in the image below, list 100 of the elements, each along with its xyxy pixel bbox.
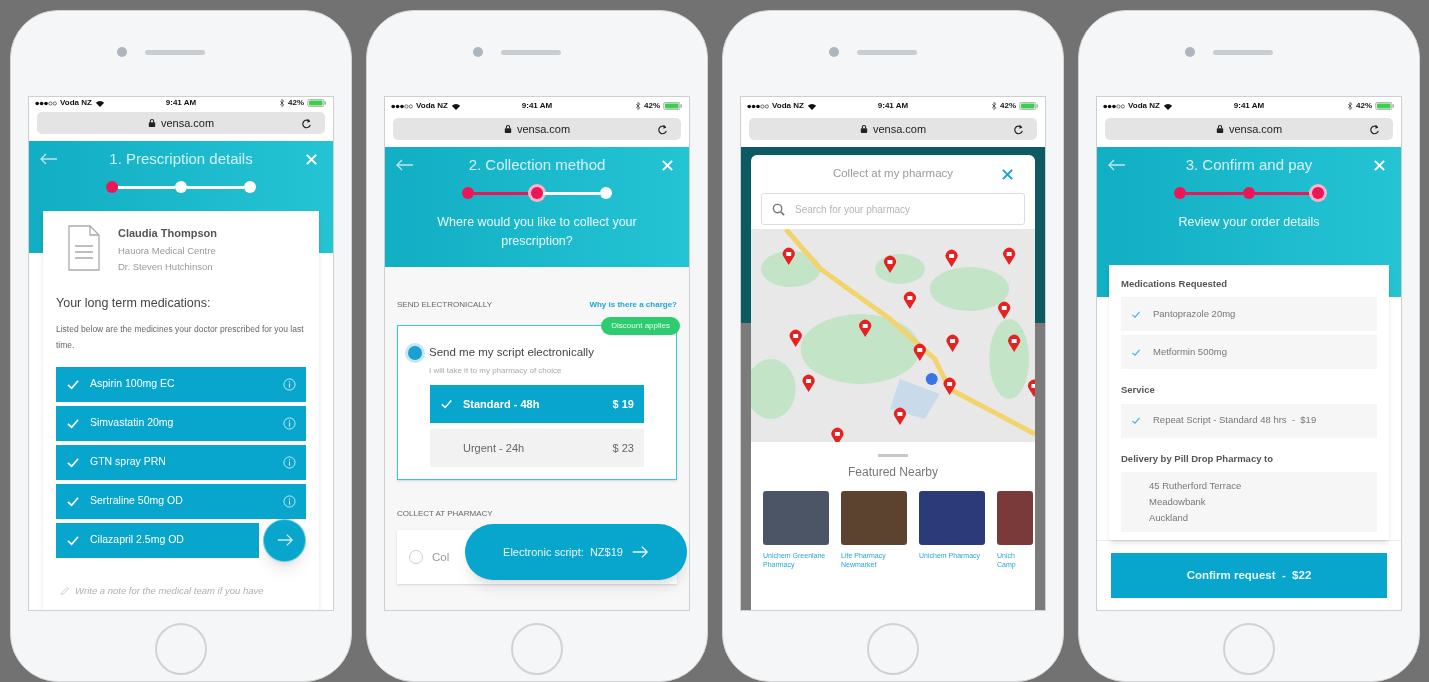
clock-time: 9:41 AM — [877, 100, 909, 112]
address-bar[interactable]: vensa.com — [1105, 118, 1393, 140]
confirm-button[interactable]: Confirm request - $22 — [1111, 553, 1387, 598]
map-drawing[interactable] — [751, 229, 1035, 442]
screen-title: 3. Confirm and pay — [1184, 154, 1314, 175]
wifi-icon — [806, 102, 817, 110]
bluetooth-icon — [279, 99, 285, 107]
battery-icon — [307, 99, 327, 107]
continue-button[interactable]: Electronic script: NZ$19 — [465, 524, 687, 580]
close-icon[interactable] — [1001, 167, 1014, 181]
medication-item[interactable]: Cilazapril 2.5mg OD — [56, 522, 259, 558]
next-button[interactable] — [263, 518, 306, 562]
progress-track — [118, 185, 175, 189]
address-line: 45 Rutherford Terrace — [1149, 478, 1243, 493]
progress-track — [474, 191, 531, 195]
info-icon[interactable] — [283, 377, 296, 391]
section-title: Medications Requested — [1121, 277, 1229, 291]
check-icon — [66, 455, 80, 469]
back-arrow-icon[interactable] — [395, 158, 415, 172]
carrier-name: Voda NZ — [772, 100, 804, 112]
note-field[interactable]: Write a note for the medical team if you have — [75, 583, 306, 598]
speaker-slot — [145, 50, 205, 55]
info-icon[interactable] — [283, 455, 296, 469]
search-field[interactable]: Search for your pharmacy — [795, 201, 1014, 217]
delivery-option[interactable]: Standard - 48h $ 19 — [430, 385, 644, 424]
medication-item[interactable]: Aspirin 100mg EC — [56, 366, 306, 402]
delivery-option[interactable]: Urgent - 24h $ 23 — [430, 429, 644, 468]
section-label: COLLECT AT PHARMACY — [397, 508, 493, 521]
modal-title: Collect at my pharmacy — [831, 166, 955, 182]
help-link[interactable]: Why is there a charge? — [589, 299, 677, 311]
speaker-slot — [501, 50, 561, 55]
photo-placeholder — [997, 491, 1033, 545]
practice-name: Hauora Medical Centre — [118, 243, 217, 258]
signal-icon — [747, 103, 769, 109]
screen-title: 1. Prescription details — [108, 148, 254, 169]
battery-icon — [663, 102, 683, 110]
address-bar[interactable]: vensa.com — [749, 118, 1037, 140]
carrier-name: Voda NZ — [1128, 100, 1160, 112]
home-button[interactable] — [155, 623, 207, 675]
radio-button[interactable] — [409, 550, 423, 565]
section-label: SEND ELECTRONICALLY — [397, 299, 492, 311]
check-icon — [66, 494, 80, 508]
reload-icon[interactable] — [1013, 123, 1024, 135]
radio-button[interactable] — [408, 345, 422, 360]
back-arrow-icon[interactable] — [39, 152, 59, 166]
lock-icon — [859, 124, 868, 134]
battery-icon — [1375, 102, 1395, 110]
wifi-icon — [94, 99, 105, 107]
check-icon — [1131, 309, 1141, 319]
address-line: Auckland — [1149, 510, 1190, 525]
progress-track — [187, 185, 244, 189]
address-bar[interactable]: vensa.com — [393, 118, 681, 140]
discount-badge: Discount applies — [601, 317, 680, 335]
home-button[interactable] — [1223, 623, 1275, 675]
medication-item[interactable]: Simvastatin 20mg — [56, 405, 306, 441]
check-icon — [66, 533, 80, 547]
section-title: Featured Nearby — [846, 464, 939, 481]
order-item: Pantoprazole 20mg — [1121, 297, 1377, 332]
search-icon — [772, 202, 785, 216]
address-line: Meadowbank — [1149, 494, 1207, 509]
medication-item[interactable]: GTN spray PRN — [56, 444, 306, 480]
wifi-icon — [1162, 102, 1173, 110]
document-icon — [68, 225, 100, 271]
check-icon — [440, 398, 453, 411]
medication-item[interactable]: Sertraline 50mg OD — [56, 483, 306, 519]
home-button[interactable] — [511, 623, 563, 675]
doctor-name: Dr. Steven Hutchinson — [118, 259, 214, 274]
info-icon[interactable] — [283, 494, 296, 508]
speaker-slot — [857, 50, 917, 55]
battery-percent: 42% — [1356, 100, 1372, 112]
address-bar[interactable]: vensa.com — [37, 112, 325, 134]
screen-title: 2. Collection method — [467, 154, 607, 175]
info-icon[interactable] — [283, 416, 296, 430]
battery-icon — [1019, 102, 1039, 110]
bluetooth-icon — [635, 102, 641, 110]
description-text: Listed below are the medicines your doctor prescribed for you last time. — [56, 322, 305, 352]
photo-placeholder — [919, 491, 985, 545]
photo-placeholder — [763, 491, 829, 545]
battery-percent: 42% — [644, 100, 660, 112]
search-bar[interactable]: Search for your pharmacy — [761, 193, 1025, 225]
reload-icon[interactable] — [657, 123, 668, 135]
section-heading: Your long term medications: — [56, 295, 212, 312]
section-title: Delivery by Pill Drop Pharmacy to — [1121, 451, 1275, 466]
clock-time: 9:41 AM — [1233, 100, 1265, 112]
signal-icon — [391, 103, 413, 109]
battery-percent: 42% — [288, 97, 304, 109]
option-label: Col — [432, 549, 450, 565]
check-icon — [1131, 347, 1141, 357]
bluetooth-icon — [991, 102, 997, 110]
back-arrow-icon[interactable] — [1107, 158, 1127, 172]
home-button[interactable] — [867, 623, 919, 675]
option-label: Send me my script electronically — [429, 345, 594, 360]
battery-percent: 42% — [1000, 100, 1016, 112]
reload-icon[interactable] — [301, 117, 312, 129]
clock-time: 9:41 AM — [521, 100, 553, 112]
patient-name: Claudia Thompson — [118, 226, 217, 241]
carrier-name: Voda NZ — [416, 100, 448, 112]
bluetooth-icon — [1347, 102, 1353, 110]
reload-icon[interactable] — [1369, 123, 1380, 135]
drag-handle[interactable] — [878, 454, 908, 457]
